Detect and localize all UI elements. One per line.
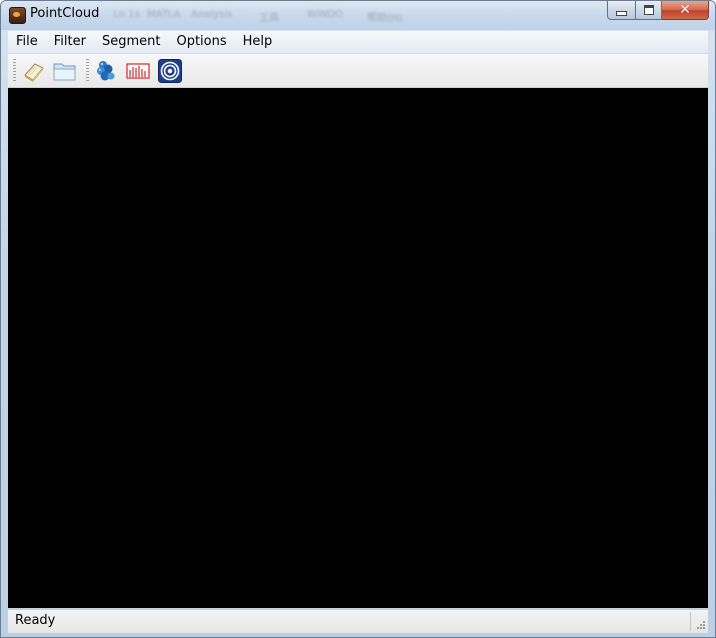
- minimize-button[interactable]: [607, 1, 636, 20]
- minimize-icon: [616, 10, 627, 16]
- histogram-icon: [126, 63, 150, 79]
- target-button[interactable]: [157, 58, 183, 84]
- point-cloud-button[interactable]: [93, 58, 119, 84]
- toolbar: [8, 54, 708, 88]
- menu-filter[interactable]: Filter: [46, 31, 94, 53]
- close-button[interactable]: ✕: [662, 1, 709, 20]
- point-cloud-icon: [97, 61, 115, 81]
- menu-help[interactable]: Help: [235, 31, 281, 53]
- menu-options[interactable]: Options: [168, 31, 234, 53]
- title-bar[interactable]: PointCloud Ln 1s MATLA Analysis 工具 WINDO…: [1, 1, 715, 30]
- title-bar-ghost-label: WINDO: [307, 9, 343, 20]
- status-separator: [690, 612, 691, 631]
- title-bar-ghost-label: Ln 1s: [113, 9, 140, 20]
- point-cloud-viewport[interactable]: [8, 88, 708, 608]
- window-title: PointCloud: [30, 6, 100, 21]
- maximize-icon: [643, 5, 654, 15]
- menu-bar: File Filter Segment Options Help: [8, 31, 708, 54]
- title-bar-ghost-label: 帮助(H): [367, 13, 403, 24]
- status-bar: Ready: [8, 609, 708, 633]
- target-icon: [158, 59, 182, 83]
- histogram-button[interactable]: [125, 58, 151, 84]
- new-document-icon: [24, 63, 44, 82]
- new-button[interactable]: [21, 58, 47, 84]
- resize-grip-icon[interactable]: [696, 620, 706, 630]
- menu-segment[interactable]: Segment: [94, 31, 169, 53]
- app-icon[interactable]: [9, 7, 26, 24]
- title-bar-ghost-label: 工具: [259, 13, 279, 24]
- caption-buttons: ✕: [607, 1, 709, 20]
- open-folder-icon: [53, 63, 76, 81]
- menu-file[interactable]: File: [8, 31, 46, 53]
- open-button[interactable]: [52, 58, 78, 84]
- main-window: PointCloud Ln 1s MATLA Analysis 工具 WINDO…: [0, 0, 716, 638]
- status-text: Ready: [15, 613, 56, 628]
- title-bar-ghost-label: Analysis: [191, 9, 233, 20]
- maximize-button[interactable]: [636, 1, 662, 20]
- close-icon: ✕: [679, 2, 691, 18]
- toolbar-separator: [86, 59, 89, 83]
- title-bar-ghost-label: MATLA: [147, 9, 181, 20]
- toolbar-grip[interactable]: [13, 59, 16, 83]
